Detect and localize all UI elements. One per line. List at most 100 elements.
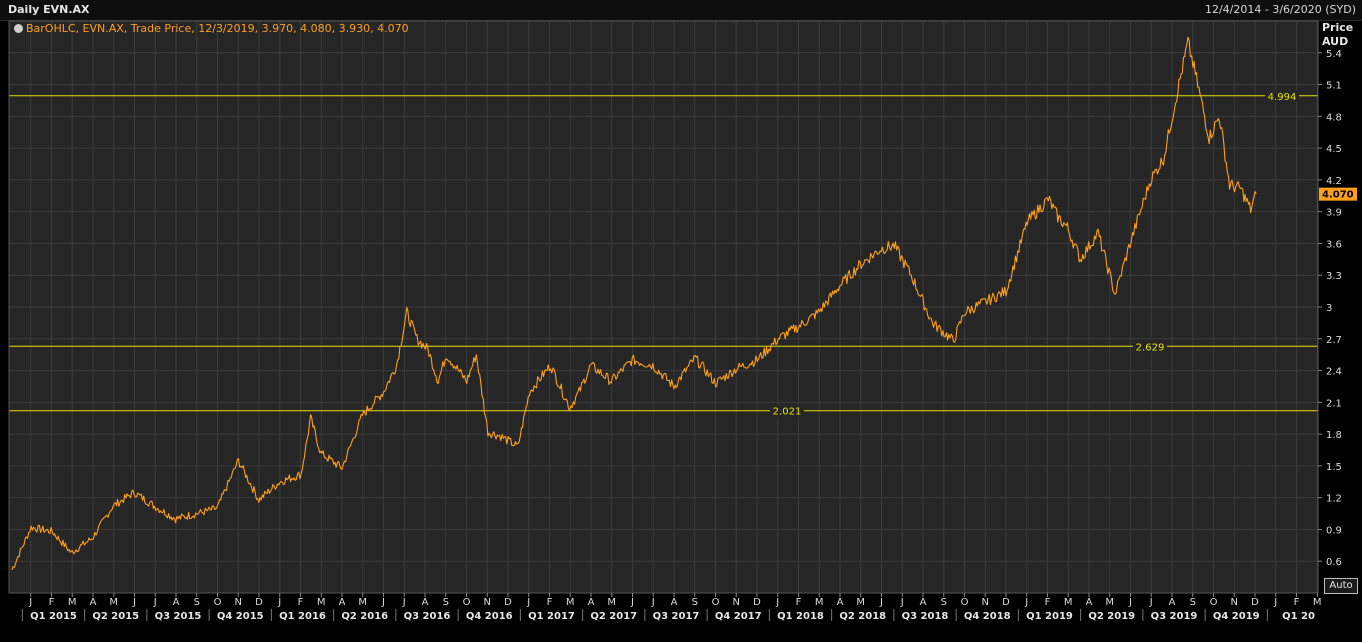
x-month-label: S [1190,597,1196,608]
price-chart[interactable]: 4.994 2.629 2.021 0.6 0.9 1.2 1.5 1.8 2.1 2.4 2.7… [0,0,1362,642]
x-month-label: J [900,597,904,608]
y-tick-label: 0.6 [1326,557,1342,568]
x-month-label: S [443,597,449,608]
x-month-label: D [1002,597,1010,608]
x-month-label: S [941,597,947,608]
x-month-label: A [90,597,97,608]
series-legend: BarOHLC, EVN.AX, Trade Price, 12/3/2019,… [14,22,409,35]
x-month-label: J [1273,597,1277,608]
x-month-label: M [109,597,118,608]
x-month-label: F [547,597,553,608]
y-axis-title-line1: Price [1322,21,1354,34]
y-axis-title-line2: AUD [1322,35,1349,48]
level-label: 2.629 [1136,342,1165,353]
x-month-label: D [255,597,263,608]
x-quarter-label: Q1 2019 [1026,611,1073,622]
x-month-label: J [381,597,385,608]
x-axis: JFMAMJJASONDJFMAMJJASONDJFMAMJJASONDJFMA… [21,593,1322,622]
x-month-label: J [1149,597,1153,608]
x-month-label: M [566,597,575,608]
y-tick-label: 0.9 [1326,525,1342,536]
x-month-label: J [526,597,530,608]
x-month-label: M [317,597,326,608]
x-month-label: S [692,597,698,608]
x-month-label: J [132,597,136,608]
x-month-label: M [1313,597,1322,608]
x-quarter-label: Q3 2019 [1151,611,1198,622]
legend-marker-icon [14,24,23,33]
x-month-label: O [463,597,471,608]
y-tick-label: 3.6 [1326,239,1342,250]
y-tick-label: 3 [1326,303,1332,314]
y-axis-title: Price AUD [1322,21,1353,49]
y-tick-label: 1.2 [1326,494,1342,505]
x-month-label: A [837,597,844,608]
x-quarter-label: Q3 2017 [653,611,700,622]
x-quarter-label: Q1 2017 [528,611,575,622]
x-quarter-label: Q4 2015 [217,611,264,622]
x-month-label: M [607,597,616,608]
level-label: 2.021 [773,407,802,418]
x-month-label: S [194,597,200,608]
x-quarter-label: Q1 2018 [777,611,824,622]
y-tick-label: 2.1 [1326,398,1342,409]
last-price-label: 4.070 [1322,190,1354,201]
auto-scale-button[interactable]: Auto [1324,578,1358,594]
x-month-label: J [879,597,883,608]
x-month-label: A [1169,597,1176,608]
y-tick-label: 5.1 [1326,81,1342,92]
y-tick-label: 5.4 [1326,49,1342,60]
y-tick-label: 2.7 [1326,335,1342,346]
x-quarter-label: Q3 2015 [155,611,202,622]
x-month-label: F [1045,597,1051,608]
y-tick-label: 3.3 [1326,271,1342,282]
x-quarter-label: Q4 2016 [466,611,513,622]
x-month-label: F [298,597,304,608]
x-month-label: J [1024,597,1028,608]
legend-text: BarOHLC, EVN.AX, Trade Price, 12/3/2019,… [26,22,409,35]
x-month-label: N [235,597,242,608]
x-month-label: D [1251,597,1259,608]
y-tick-label: 4.8 [1326,112,1342,123]
x-month-label: A [671,597,678,608]
x-month-label: M [856,597,865,608]
x-quarter-label: Q2 2019 [1088,611,1135,622]
x-month-label: O [712,597,720,608]
x-month-label: J [277,597,281,608]
x-quarter-label: Q3 2016 [404,611,451,622]
x-month-label: M [1105,597,1114,608]
x-month-label: J [28,597,32,608]
x-month-label: A [339,597,346,608]
x-month-label: M [815,597,824,608]
y-tick-label: 1.8 [1326,430,1342,441]
x-month-label: F [1294,597,1300,608]
x-quarter-label: Q2 2017 [590,611,637,622]
y-tick-label: 4.2 [1326,176,1342,187]
x-month-label: J [1128,597,1132,608]
x-month-label: O [214,597,222,608]
x-quarter-label: Q1 2015 [30,611,77,622]
x-month-label: N [982,597,989,608]
x-quarter-label: Q2 2018 [839,611,886,622]
level-label: 4.994 [1268,92,1297,103]
x-month-label: N [733,597,740,608]
x-month-label: M [358,597,367,608]
x-month-label: J [651,597,655,608]
x-month-label: J [153,597,157,608]
x-month-label: M [68,597,77,608]
x-quarter-label: Q1 20 [1282,611,1315,622]
x-month-label: J [775,597,779,608]
x-month-label: A [1086,597,1093,608]
x-quarter-label: Q4 2018 [964,611,1011,622]
x-month-label: A [588,597,595,608]
x-month-label: A [920,597,927,608]
x-month-label: F [796,597,802,608]
x-month-label: D [753,597,761,608]
x-month-label: J [630,597,634,608]
y-tick-label: 1.5 [1326,462,1342,473]
x-quarter-label: Q4 2019 [1213,611,1260,622]
x-quarter-label: Q2 2016 [341,611,388,622]
x-quarter-label: Q1 2016 [279,611,326,622]
x-quarter-label: Q3 2018 [902,611,949,622]
x-month-label: D [504,597,512,608]
